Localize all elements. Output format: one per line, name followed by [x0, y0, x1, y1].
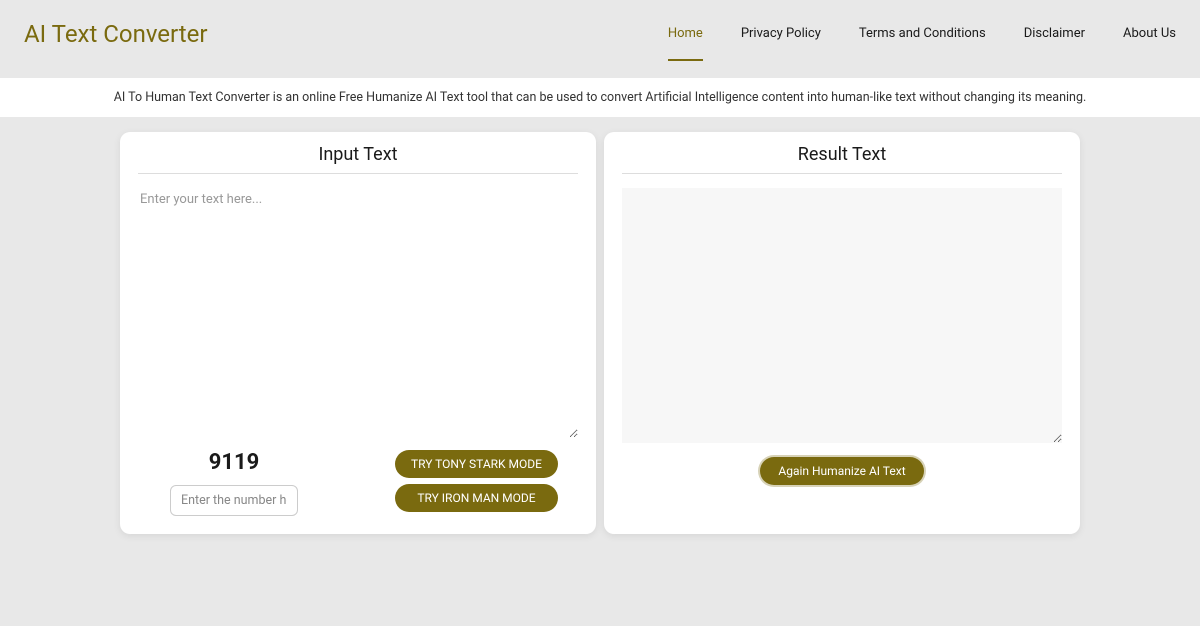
- site-logo[interactable]: AI Text Converter: [24, 20, 207, 48]
- result-controls: Again Humanize AI Text: [622, 457, 1062, 485]
- header: AI Text Converter Home Privacy Policy Te…: [0, 0, 1200, 78]
- captcha-group: 9119: [170, 450, 298, 516]
- again-humanize-button[interactable]: Again Humanize AI Text: [760, 457, 923, 485]
- result-panel-title: Result Text: [622, 144, 1062, 174]
- main-content: Input Text 9119 TRY TONY STARK MODE TRY …: [0, 117, 1200, 554]
- nav-home[interactable]: Home: [668, 26, 703, 61]
- iron-man-mode-button[interactable]: TRY IRON MAN MODE: [395, 484, 558, 512]
- captcha-number: 9119: [209, 450, 260, 475]
- mode-buttons: TRY TONY STARK MODE TRY IRON MAN MODE: [395, 450, 558, 512]
- tony-stark-mode-button[interactable]: TRY TONY STARK MODE: [395, 450, 558, 478]
- main-nav: Home Privacy Policy Terms and Conditions…: [668, 26, 1176, 43]
- nav-disclaimer[interactable]: Disclaimer: [1024, 26, 1085, 61]
- result-panel: Result Text Again Humanize AI Text: [604, 132, 1080, 534]
- result-textarea[interactable]: [622, 188, 1062, 443]
- nav-about-us[interactable]: About Us: [1123, 26, 1176, 61]
- input-controls: 9119 TRY TONY STARK MODE TRY IRON MAN MO…: [138, 450, 578, 516]
- input-panel: Input Text 9119 TRY TONY STARK MODE TRY …: [120, 132, 596, 534]
- nav-privacy-policy[interactable]: Privacy Policy: [741, 26, 821, 61]
- input-textarea[interactable]: [138, 188, 578, 438]
- captcha-input[interactable]: [170, 485, 298, 516]
- nav-terms-and-conditions[interactable]: Terms and Conditions: [859, 26, 986, 61]
- input-panel-title: Input Text: [138, 144, 578, 174]
- description-bar: AI To Human Text Converter is an online …: [0, 78, 1200, 117]
